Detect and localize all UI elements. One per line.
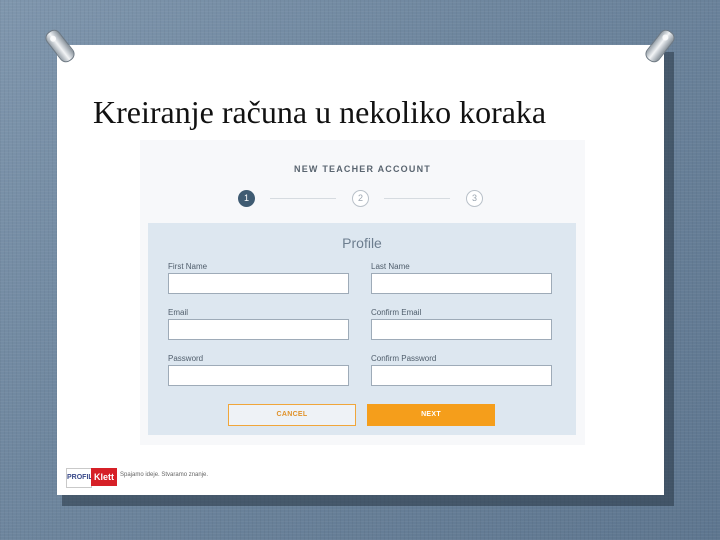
first-name-input[interactable]	[168, 273, 349, 294]
password-label: Password	[168, 354, 204, 363]
last-name-label: Last Name	[371, 262, 410, 271]
klett-logo: Klett	[91, 468, 117, 486]
password-input[interactable]	[168, 365, 349, 386]
confirm-password-label: Confirm Password	[371, 354, 437, 363]
step-connector	[270, 198, 336, 199]
step-2-indicator[interactable]: 2	[352, 190, 369, 207]
profile-card: Profile First Name Last Name Email Confi…	[148, 223, 576, 435]
email-input[interactable]	[168, 319, 349, 340]
step-connector	[384, 198, 450, 199]
form-header: NEW TEACHER ACCOUNT	[294, 164, 431, 174]
confirm-email-input[interactable]	[371, 319, 552, 340]
next-button[interactable]: NEXT	[367, 404, 495, 426]
last-name-input[interactable]	[371, 273, 552, 294]
confirm-password-input[interactable]	[371, 365, 552, 386]
slide-title: Kreiranje računa u nekoliko koraka	[93, 94, 547, 130]
step-3-indicator[interactable]: 3	[466, 190, 483, 207]
section-title: Profile	[342, 235, 382, 251]
cancel-button[interactable]: CANCEL	[228, 404, 356, 426]
confirm-email-label: Confirm Email	[371, 308, 422, 317]
profil-logo: PROFIL	[66, 468, 93, 488]
first-name-label: First Name	[168, 262, 208, 271]
email-label: Email	[168, 308, 189, 317]
logo-tagline: Spajamo ideje. Stvaramo znanje.	[120, 472, 209, 478]
account-form-screenshot: NEW TEACHER ACCOUNT 1 2 3 Profile First …	[140, 140, 585, 445]
step-1-indicator[interactable]: 1	[238, 190, 255, 207]
publisher-logo: PROFIL Klett Spajamo ideje. Stvaramo zna…	[64, 464, 214, 490]
